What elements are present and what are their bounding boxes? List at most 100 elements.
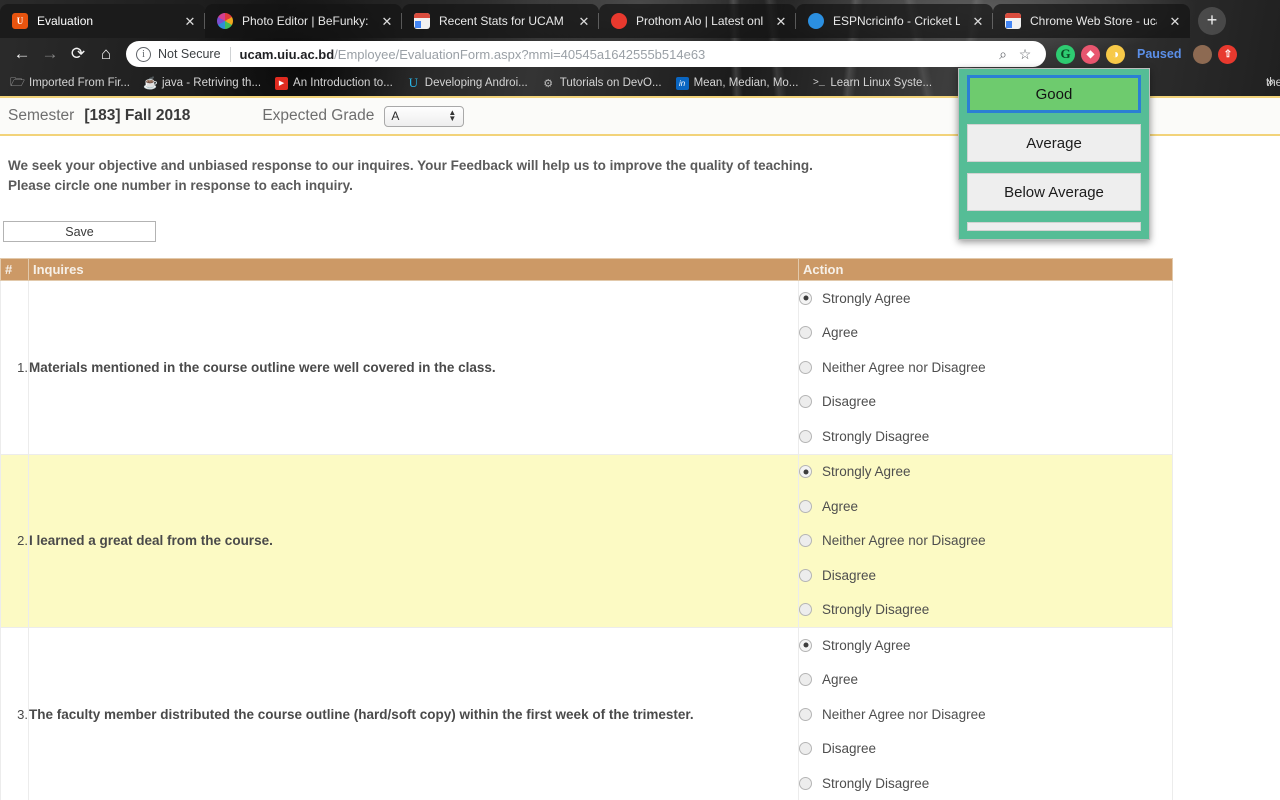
bookmark-developing-android[interactable]: U Developing Androi... bbox=[400, 72, 535, 94]
browser-tab-photo-editor[interactable]: Photo Editor | BeFunky: Free ✕ bbox=[204, 4, 402, 38]
zoom-icon[interactable]: ⌕ bbox=[992, 46, 1014, 63]
java-icon: ☕ bbox=[143, 76, 158, 90]
dropdown-option-below-average[interactable]: Below Average bbox=[967, 173, 1141, 211]
update-arrow-icon[interactable]: ⇧ bbox=[1218, 44, 1238, 64]
bookmark-mean-median-mode[interactable]: in Mean, Median, Mo... bbox=[669, 72, 806, 94]
tab-title: Recent Stats for UCAM Cou bbox=[439, 14, 566, 28]
stepper-arrows-icon: ▲ ▼ bbox=[448, 107, 457, 123]
browser-tab-chrome-web-store[interactable]: Chrome Web Store - ucam ✕ bbox=[992, 4, 1190, 38]
save-button[interactable]: Save bbox=[3, 221, 156, 243]
option-agree[interactable]: Agree bbox=[799, 663, 1172, 698]
semester-label: Semester bbox=[8, 107, 75, 124]
chrome-web-store-icon bbox=[414, 13, 430, 29]
expected-grade-group: Expected Grade A ▲ ▼ bbox=[262, 105, 465, 127]
address-bar[interactable]: i Not Secure ucam.uiu.ac.bd/Employee/Eva… bbox=[126, 41, 1046, 67]
option-label: Neither Agree nor Disagree bbox=[822, 706, 986, 722]
radio-icon[interactable] bbox=[799, 395, 812, 409]
tab-close-icon[interactable]: ✕ bbox=[378, 12, 396, 30]
tab-title: Evaluation bbox=[37, 14, 94, 28]
bookmark-label: Mean, Median, Mo... bbox=[693, 77, 799, 89]
tab-close-icon[interactable]: ✕ bbox=[1166, 12, 1184, 30]
option-strongly-agree[interactable]: Strongly Agree bbox=[799, 281, 1172, 316]
row-options: Strongly Agree Agree Neither Agree nor D… bbox=[798, 453, 1173, 629]
bookmark-tutorials-on-devops[interactable]: ⚙ Tutorials on DevO... bbox=[535, 72, 669, 94]
grammarly-extension-icon[interactable]: G bbox=[1056, 44, 1075, 64]
radio-icon[interactable] bbox=[799, 534, 812, 548]
url-path: /Employee/EvaluationForm.aspx?mmi=40545a… bbox=[334, 46, 706, 62]
option-strongly-agree[interactable]: Strongly Agree bbox=[799, 455, 1172, 490]
option-disagree[interactable]: Disagree bbox=[799, 558, 1172, 593]
radio-icon[interactable] bbox=[799, 603, 812, 617]
option-agree[interactable]: Agree bbox=[799, 489, 1172, 524]
browser-tab-recent-stats[interactable]: Recent Stats for UCAM Cou ✕ bbox=[401, 4, 599, 38]
radio-icon[interactable] bbox=[799, 326, 812, 340]
tab-close-icon[interactable]: ✕ bbox=[575, 12, 593, 30]
home-icon[interactable]: ⌂ bbox=[92, 40, 120, 68]
security-status-label: Not Secure bbox=[158, 47, 221, 61]
bookmark-java-retriving[interactable]: ☕ java - Retriving th... bbox=[137, 72, 268, 94]
radio-icon[interactable] bbox=[799, 429, 812, 443]
option-strongly-disagree[interactable]: Strongly Disagree bbox=[799, 593, 1172, 628]
emoji-extension-icon[interactable]: ◑ bbox=[1106, 44, 1125, 64]
option-disagree[interactable]: Disagree bbox=[799, 385, 1172, 420]
option-disagree[interactable]: Disagree bbox=[799, 732, 1172, 767]
bookmark-label: Tutorials on DevO... bbox=[559, 77, 662, 89]
bookmark-label: An Introduction to... bbox=[293, 77, 393, 89]
option-label: Agree bbox=[822, 672, 859, 688]
bookmarks-overflow-icon[interactable]: » bbox=[1267, 74, 1274, 89]
dropdown-option-average[interactable]: Average bbox=[967, 124, 1141, 162]
browser-tab-evaluation[interactable]: U Evaluation ✕ bbox=[0, 4, 205, 38]
radio-icon[interactable] bbox=[799, 465, 812, 479]
profile-avatar[interactable] bbox=[1193, 44, 1213, 64]
bookmark-imported-from-firefox[interactable]: 🗁 Imported From Fir... bbox=[4, 72, 137, 94]
option-neither[interactable]: Neither Agree nor Disagree bbox=[799, 524, 1172, 559]
forward-icon[interactable]: → bbox=[36, 40, 64, 68]
espncricinfo-icon bbox=[808, 13, 824, 29]
dropdown-option-partial[interactable] bbox=[967, 222, 1141, 231]
bookmark-label: Imported From Fir... bbox=[29, 77, 130, 89]
option-neither[interactable]: Neither Agree nor Disagree bbox=[799, 350, 1172, 385]
option-label: Strongly Agree bbox=[822, 290, 911, 306]
table-header-row: # Inquires Action bbox=[0, 258, 1173, 282]
radio-icon[interactable] bbox=[799, 673, 812, 687]
option-neither[interactable]: Neither Agree nor Disagree bbox=[799, 697, 1172, 732]
radio-icon[interactable] bbox=[799, 707, 812, 721]
site-info-icon[interactable]: i bbox=[136, 46, 151, 62]
adblock-shield-extension-icon[interactable]: ◆ bbox=[1081, 44, 1100, 64]
header-number: # bbox=[0, 258, 29, 282]
radio-icon[interactable] bbox=[799, 291, 812, 305]
option-agree[interactable]: Agree bbox=[799, 316, 1172, 351]
youtube-icon: ▶ bbox=[275, 76, 289, 90]
evaluation-rating-dropdown[interactable]: Good Average Below Average bbox=[958, 68, 1150, 240]
bookmark-label: java - Retriving th... bbox=[161, 77, 262, 89]
dropdown-option-good[interactable]: Good bbox=[967, 75, 1141, 113]
radio-icon[interactable] bbox=[799, 360, 812, 374]
browser-tab-prothom-alo[interactable]: Prothom Alo | Latest online ✕ bbox=[598, 4, 796, 38]
radio-icon[interactable] bbox=[799, 568, 812, 582]
new-tab-button[interactable]: + bbox=[1198, 7, 1226, 35]
option-strongly-disagree[interactable]: Strongly Disagree bbox=[799, 419, 1172, 454]
option-label: Strongly Disagree bbox=[822, 775, 930, 791]
bookmark-an-introduction-to[interactable]: ▶ An Introduction to... bbox=[268, 72, 400, 94]
radio-icon[interactable] bbox=[799, 638, 812, 652]
prothom-alo-icon bbox=[611, 13, 627, 29]
expected-grade-select[interactable]: A ▲ ▼ bbox=[384, 105, 465, 127]
option-strongly-agree[interactable]: Strongly Agree bbox=[799, 628, 1172, 663]
bookmark-learn-linux-system[interactable]: >_ Learn Linux Syste... bbox=[805, 72, 939, 94]
reload-icon[interactable]: ⟳ bbox=[64, 40, 92, 68]
row-number: 3. bbox=[0, 627, 29, 800]
option-strongly-disagree[interactable]: Strongly Disagree bbox=[799, 766, 1172, 800]
back-icon[interactable]: ← bbox=[8, 40, 36, 68]
paused-status-label: Paused bbox=[1137, 47, 1182, 61]
tab-close-icon[interactable]: ✕ bbox=[181, 12, 199, 30]
option-label: Disagree bbox=[822, 567, 877, 583]
omnibox-divider bbox=[229, 46, 231, 62]
bookmark-star-icon[interactable]: ☆ bbox=[1014, 46, 1036, 63]
radio-icon[interactable] bbox=[799, 499, 812, 513]
tab-close-icon[interactable]: ✕ bbox=[772, 12, 790, 30]
radio-icon[interactable] bbox=[799, 742, 812, 756]
option-label: Neither Agree nor Disagree bbox=[822, 533, 986, 549]
browser-tab-espncricinfo[interactable]: ESPNcricinfo - Cricket Live ✕ bbox=[795, 4, 993, 38]
radio-icon[interactable] bbox=[799, 776, 812, 790]
tab-close-icon[interactable]: ✕ bbox=[969, 12, 987, 30]
